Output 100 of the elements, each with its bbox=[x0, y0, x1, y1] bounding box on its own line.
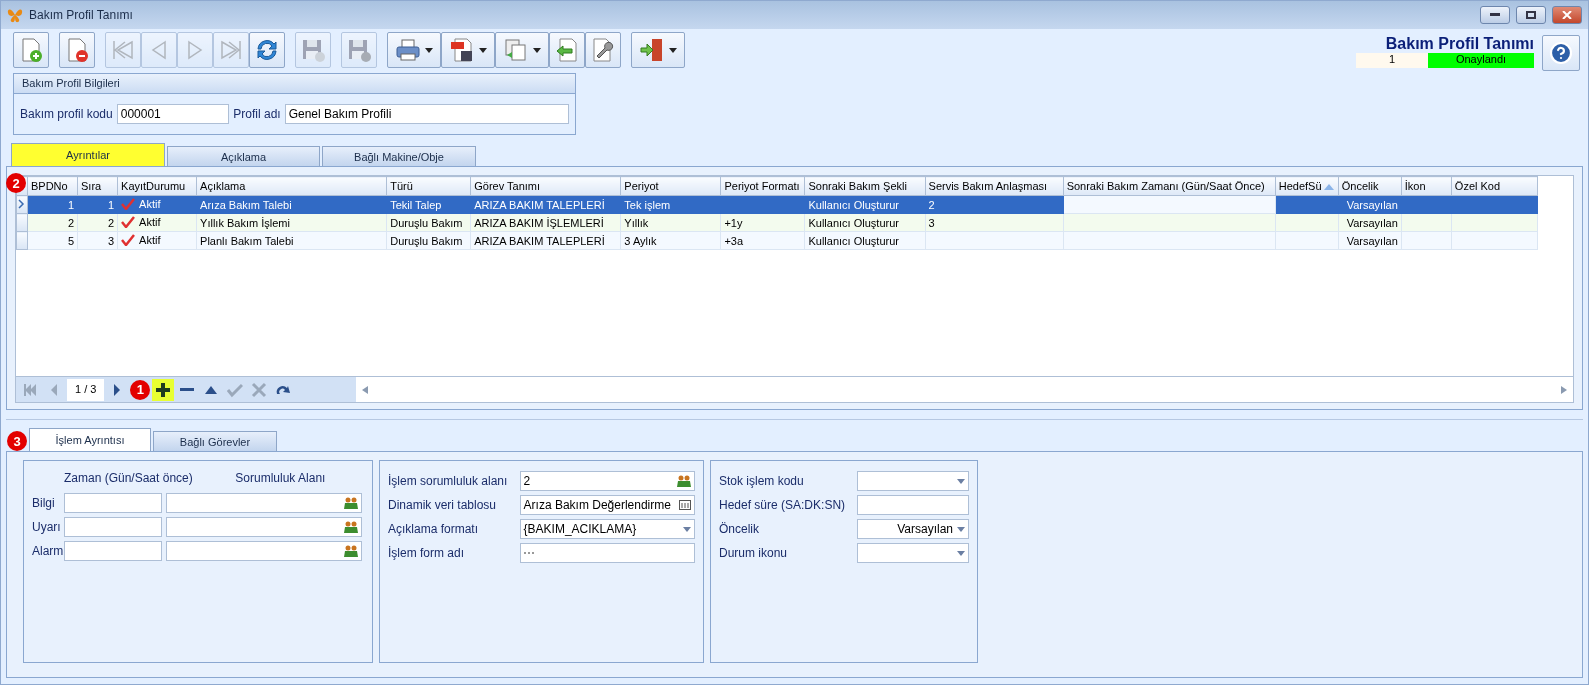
field-label: İşlem sorumluluk alanı bbox=[388, 474, 509, 488]
column-header[interactable]: Sonraki Bakım Zamanı (Gün/Saat Önce) bbox=[1063, 176, 1276, 196]
dropdown-field[interactable]: Varsayılan bbox=[857, 519, 969, 539]
input-field[interactable] bbox=[64, 541, 162, 561]
dropdown-caret-icon bbox=[425, 47, 433, 53]
maximize-button[interactable] bbox=[1516, 6, 1546, 24]
column-header[interactable]: Özel Kod bbox=[1451, 176, 1538, 196]
column-header[interactable]: Açıklama bbox=[196, 176, 387, 196]
record-number: 1 bbox=[1356, 53, 1428, 68]
people-icon bbox=[344, 521, 358, 533]
column-header[interactable]: Periyot bbox=[620, 176, 721, 196]
field-label: Durum ikonu bbox=[719, 546, 789, 560]
maximize-icon bbox=[1526, 11, 1536, 19]
navigator-button[interactable] bbox=[152, 378, 175, 401]
dropdown-field[interactable] bbox=[857, 543, 969, 563]
input-field[interactable] bbox=[64, 493, 162, 513]
help-button[interactable] bbox=[1542, 35, 1580, 71]
status-text: Aktif bbox=[139, 233, 161, 246]
tab[interactable]: Açıklama bbox=[167, 146, 320, 166]
toolbar-button[interactable] bbox=[59, 32, 95, 68]
check-icon bbox=[227, 381, 244, 398]
refresh-icon bbox=[254, 37, 280, 63]
printer-icon bbox=[395, 37, 421, 63]
input-field[interactable] bbox=[857, 495, 969, 515]
butterfly-icon bbox=[7, 7, 23, 23]
record-position: 1 / 3 bbox=[67, 378, 105, 401]
copy-documents-icon bbox=[503, 37, 529, 63]
field-label: Stok işlem kodu bbox=[719, 474, 805, 488]
input-field[interactable]: Genel Bakım Profili bbox=[284, 104, 569, 124]
field-label: Açıklama formatı bbox=[388, 522, 480, 536]
horizontal-scrollbar[interactable] bbox=[356, 377, 1573, 402]
exit-door-icon bbox=[639, 37, 665, 63]
field-label: Uyarı bbox=[32, 520, 60, 534]
field-label: Profil adı bbox=[233, 107, 281, 121]
column-header[interactable]: HedefSü bbox=[1275, 176, 1339, 196]
column-header[interactable]: Türü bbox=[386, 176, 471, 196]
callout-badge: 2 bbox=[6, 173, 26, 193]
group-title: Bakım Profil Bilgileri bbox=[14, 74, 575, 94]
toolbar-button[interactable] bbox=[585, 32, 621, 68]
window-title: Bakım Profil Tanımı bbox=[29, 8, 134, 22]
column-header: Sorumluluk Alanı bbox=[234, 471, 327, 485]
close-icon bbox=[251, 381, 268, 398]
field-label: Hedef süre (SA:DK:SN) bbox=[719, 498, 847, 512]
column-header[interactable]: Sıra bbox=[77, 176, 118, 196]
input-field[interactable] bbox=[519, 543, 695, 563]
column-header[interactable]: Öncelik bbox=[1338, 176, 1402, 196]
people-icon bbox=[344, 545, 358, 557]
checkmark-icon bbox=[121, 233, 136, 246]
status-label: Onaylandı bbox=[1428, 53, 1534, 68]
dropdown-caret-icon bbox=[957, 526, 965, 532]
input-field[interactable]: 2 bbox=[519, 471, 695, 491]
minimize-button[interactable] bbox=[1480, 6, 1510, 24]
tab[interactable]: Bağlı Makine/Obje bbox=[322, 146, 476, 166]
dropdown-caret-icon bbox=[957, 550, 965, 556]
tab[interactable]: Bağlı Görevler bbox=[153, 431, 277, 451]
toolbar-button[interactable] bbox=[387, 32, 441, 68]
input-field[interactable] bbox=[166, 541, 362, 561]
column-header[interactable]: Sonraki Bakım Şekli bbox=[804, 176, 926, 196]
status-text: Aktif bbox=[139, 197, 161, 210]
close-button[interactable] bbox=[1552, 6, 1582, 24]
import-document-icon bbox=[554, 37, 580, 63]
dropdown-caret-icon bbox=[957, 478, 965, 484]
input-field[interactable] bbox=[166, 517, 362, 537]
tab[interactable]: İşlem Ayrıntısı bbox=[29, 428, 151, 451]
first-icon bbox=[22, 381, 38, 398]
dropdown-caret-icon bbox=[669, 47, 677, 53]
column-header[interactable]: Görev Tanımı bbox=[470, 176, 621, 196]
input-field[interactable] bbox=[166, 493, 362, 513]
floppy-disk-icon bbox=[346, 37, 372, 63]
input-field[interactable]: 000001 bbox=[116, 104, 230, 124]
dropdown-caret-icon bbox=[683, 526, 691, 532]
close-icon bbox=[1562, 11, 1572, 19]
pdf-save-icon bbox=[449, 37, 475, 63]
people-icon bbox=[677, 475, 691, 487]
tab[interactable]: Ayrıntılar bbox=[11, 143, 165, 166]
dropdown-field[interactable]: {BAKIM_ACIKLAMA} bbox=[519, 519, 695, 539]
field-label: Bakım profil kodu bbox=[20, 107, 113, 121]
people-icon bbox=[344, 497, 358, 509]
column-header[interactable]: KayıtDurumu bbox=[117, 176, 197, 196]
column-header[interactable]: BPDNo bbox=[27, 176, 78, 196]
checkmark-icon bbox=[121, 197, 136, 210]
help-icon bbox=[1549, 39, 1573, 67]
field-label: Dinamik veri tablosu bbox=[388, 498, 498, 512]
table-icon bbox=[679, 500, 691, 510]
column-header[interactable]: Periyot Formatı bbox=[720, 176, 805, 196]
toolbar-button[interactable] bbox=[631, 32, 685, 68]
toolbar-button[interactable] bbox=[249, 32, 285, 68]
column-header[interactable]: Servis Bakım Anlaşması bbox=[925, 176, 1064, 196]
toolbar-button[interactable] bbox=[441, 32, 495, 68]
dropdown-field[interactable] bbox=[857, 471, 969, 491]
status-text: Aktif bbox=[139, 215, 161, 228]
input-field[interactable] bbox=[64, 517, 162, 537]
column-header: Zaman (Gün/Saat önce) bbox=[64, 471, 193, 485]
callout-badge: 3 bbox=[7, 431, 27, 451]
input-field[interactable]: Arıza Bakım Değerlendirme bbox=[519, 495, 695, 515]
minimize-icon bbox=[1490, 13, 1500, 17]
minus-icon bbox=[180, 388, 195, 391]
current-row-icon bbox=[17, 198, 25, 209]
scroll-left-icon bbox=[362, 385, 368, 394]
column-header[interactable]: İkon bbox=[1401, 176, 1452, 196]
